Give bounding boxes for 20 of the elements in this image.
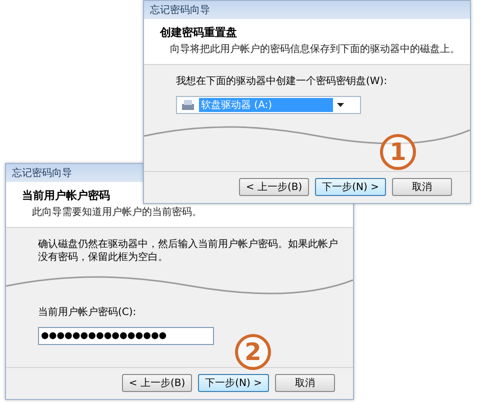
heading: 当前用户帐户密码 [22,188,111,203]
prompt-text: 我想在下面的驱动器中创建一个密码密钥盘(W): [176,75,388,88]
caret-icon [337,103,344,107]
wizard-button[interactable]: < 上一步(B) [238,178,310,196]
subtitle: 此向导需要知道用户帐户的当前密码。 [31,206,203,219]
prompt-text: 确认磁盘仍然在驱动器中，然后输入当前用户帐户密码。如果此帐户没有密码，保留此框为空白。 [38,238,339,264]
heading: 创建密码重置盘 [160,25,238,40]
drive-icon [181,99,195,111]
subtitle: 向导将把此用户帐户的密码信息保存到下面的驱动器中的磁盘上。 [169,42,460,56]
step-number: 2 [235,334,271,370]
wizard-button[interactable]: < 上一步(B) [122,374,192,392]
wizard-button[interactable]: 下一步(N) > [315,178,386,196]
password-field[interactable]: ●●●●●●●●●●●●●●●● [38,327,214,345]
selected-drive: 软盘驱动器 (A:) [199,98,333,112]
field-label: 当前用户帐户密码(C): [38,306,138,319]
wizard-button[interactable]: 下一步(N) > [198,374,269,392]
wizard-button[interactable]: 取消 [275,374,335,392]
window-title: 忘记密码向导 [144,1,470,19]
step-number: 1 [380,134,416,170]
wizard-button[interactable]: 取消 [392,178,452,196]
